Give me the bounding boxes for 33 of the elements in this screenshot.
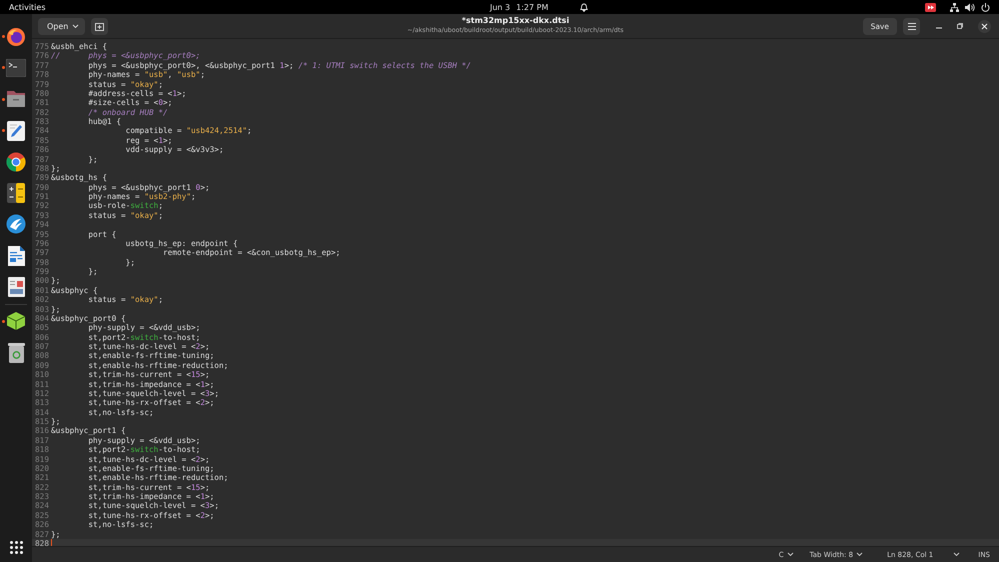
folder-icon[interactable]: [6, 90, 26, 108]
caret-icon[interactable]: [953, 552, 960, 557]
cube-icon[interactable]: [6, 311, 26, 332]
text-cursor: [51, 538, 52, 546]
menu-button[interactable]: [903, 18, 920, 34]
new-tab-icon: [95, 22, 104, 30]
recording-indicator-icon[interactable]: [925, 2, 936, 12]
volume-icon[interactable]: [965, 2, 975, 12]
document-icon[interactable]: [8, 246, 24, 266]
terminal-icon[interactable]: [6, 58, 26, 77]
app-grid-icon[interactable]: [10, 541, 22, 554]
trash-icon[interactable]: [8, 342, 24, 363]
alarm-icon: [580, 2, 588, 12]
caret-icon: [856, 552, 864, 557]
calculator-icon[interactable]: [7, 183, 25, 204]
clock-date[interactable]: Jun 3: [490, 2, 510, 12]
new-tab-button[interactable]: [91, 18, 108, 34]
bird-app-icon[interactable]: [6, 214, 26, 234]
scanned-document-icon[interactable]: [8, 277, 24, 298]
caret-icon: [72, 24, 80, 28]
fox-globe-icon[interactable]: [6, 26, 26, 47]
caret-icon: [786, 552, 794, 557]
network-icon[interactable]: [950, 2, 959, 12]
browser-icon[interactable]: [6, 152, 26, 172]
close-icon[interactable]: [978, 20, 991, 32]
open-button[interactable]: Open: [38, 18, 86, 34]
window-title: *stm32mp15xx-dkx.dtsi: [462, 16, 570, 26]
power-icon[interactable]: [981, 2, 990, 12]
menu-icon: [908, 22, 916, 30]
text-editor-icon[interactable]: [7, 120, 25, 141]
restore-icon[interactable]: [957, 23, 963, 29]
clock-time[interactable]: 1:27 PM: [516, 2, 548, 12]
activities-button[interactable]: Activities: [0, 2, 46, 12]
